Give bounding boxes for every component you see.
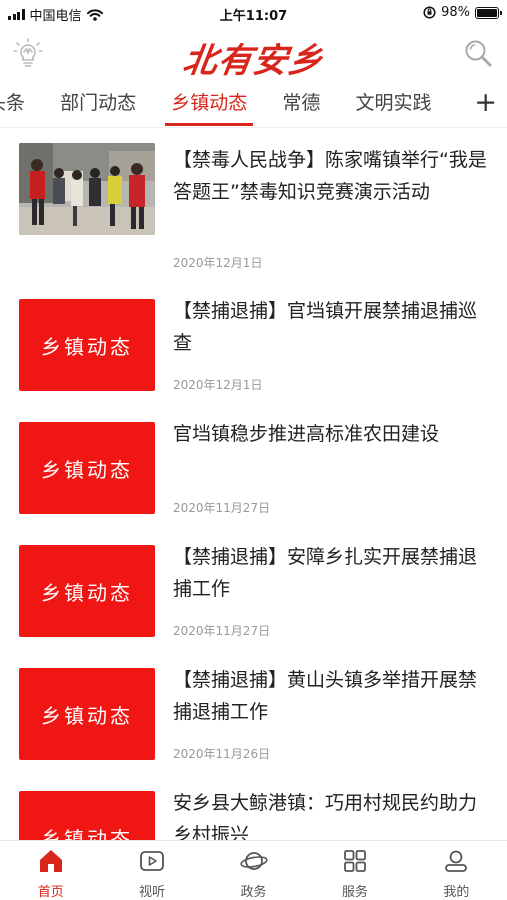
add-tab-button[interactable]: + bbox=[474, 88, 497, 118]
news-title[interactable]: 官垱镇稳步推进高标准农田建设 bbox=[173, 418, 493, 450]
news-thumbnail: 乡镇动态 bbox=[19, 422, 155, 514]
news-thumbnail: 乡镇动态 bbox=[19, 668, 155, 760]
app-header: 北有安乡 bbox=[0, 26, 507, 81]
category-tabs: 头条 部门动态 乡镇动态 常德 文明实践 + bbox=[0, 80, 507, 128]
thumbnail-label: 乡镇动态 bbox=[41, 457, 133, 482]
tabs-scroll[interactable]: 头条 部门动态 乡镇动态 常德 文明实践 bbox=[0, 80, 461, 128]
tab-township-news[interactable]: 乡镇动态 bbox=[165, 80, 254, 126]
list-item[interactable]: 【禁毒人民战争】陈家嘴镇举行“我是答题王”禁毒知识竞赛演示活动 2020年12月… bbox=[0, 128, 507, 270]
news-date: 2020年12月1日 bbox=[173, 256, 263, 270]
news-thumbnail: 乡镇动态 bbox=[19, 299, 155, 391]
list-item[interactable]: 乡镇动态 【禁捕退捕】官垱镇开展禁捕退捕巡查 2020年12月1日 bbox=[0, 293, 507, 416]
grid-icon bbox=[344, 850, 366, 872]
news-title[interactable]: 【禁捕退捕】官垱镇开展禁捕退捕巡查 bbox=[173, 295, 493, 359]
news-date: 2020年12月1日 bbox=[173, 378, 263, 392]
list-item[interactable]: 乡镇动态 【禁捕退捕】安障乡扎实开展禁捕退捕工作 2020年11月27日 bbox=[0, 539, 507, 662]
news-thumbnail-photo bbox=[19, 143, 155, 235]
list-item[interactable]: 乡镇动态 安乡县大鲸港镇：巧用村规民约助力乡村振兴 bbox=[0, 785, 507, 840]
user-icon bbox=[445, 850, 468, 872]
home-icon bbox=[39, 850, 62, 872]
list-item[interactable]: 乡镇动态 官垱镇稳步推进高标准农田建设 2020年11月27日 bbox=[0, 416, 507, 539]
nav-government[interactable]: 政务 bbox=[203, 841, 304, 900]
news-title[interactable]: 【禁捕退捕】安障乡扎实开展禁捕退捕工作 bbox=[173, 541, 493, 605]
tab-department-news[interactable]: 部门动态 bbox=[60, 80, 136, 126]
status-right: 98% bbox=[423, 5, 502, 20]
bottom-nav: 首页 视听 政务 服务 我的 bbox=[0, 840, 507, 900]
thumbnail-label: 乡镇动态 bbox=[41, 703, 133, 728]
planet-icon bbox=[239, 852, 268, 870]
nav-media-label: 视听 bbox=[139, 885, 166, 900]
battery-icon bbox=[475, 6, 502, 19]
battery-percent: 98% bbox=[441, 5, 470, 20]
news-thumbnail: 乡镇动态 bbox=[19, 791, 155, 840]
news-date: 2020年11月27日 bbox=[173, 624, 271, 638]
search-icon[interactable] bbox=[463, 38, 493, 68]
nav-services[interactable]: 服务 bbox=[304, 841, 405, 900]
thumbnail-label: 乡镇动态 bbox=[41, 334, 133, 359]
tab-changde[interactable]: 常德 bbox=[282, 80, 320, 126]
play-icon bbox=[140, 851, 165, 871]
news-title[interactable]: 安乡县大鲸港镇：巧用村规民约助力乡村振兴 bbox=[173, 787, 493, 840]
news-date: 2020年11月27日 bbox=[173, 501, 271, 515]
app-logo: 北有安乡 bbox=[180, 41, 326, 81]
news-title[interactable]: 【禁捕退捕】黄山头镇多举措开展禁捕退捕工作 bbox=[173, 664, 493, 728]
nav-government-label: 政务 bbox=[240, 885, 267, 900]
list-item[interactable]: 乡镇动态 【禁捕退捕】黄山头镇多举措开展禁捕退捕工作 2020年11月26日 bbox=[0, 662, 507, 785]
nav-profile[interactable]: 我的 bbox=[406, 841, 507, 900]
tab-headlines[interactable]: 头条 bbox=[0, 80, 25, 126]
nav-home[interactable]: 首页 bbox=[0, 841, 101, 900]
orientation-lock-icon bbox=[423, 6, 436, 19]
news-date: 2020年11月26日 bbox=[173, 747, 271, 761]
news-title[interactable]: 【禁毒人民战争】陈家嘴镇举行“我是答题王”禁毒知识竞赛演示活动 bbox=[173, 144, 493, 208]
nav-services-label: 服务 bbox=[341, 885, 368, 900]
thumbnail-label: 乡镇动态 bbox=[41, 826, 133, 841]
news-list[interactable]: 【禁毒人民战争】陈家嘴镇举行“我是答题王”禁毒知识竞赛演示活动 2020年12月… bbox=[0, 128, 507, 840]
tab-civilization-practice[interactable]: 文明实践 bbox=[355, 80, 431, 126]
thumbnail-label: 乡镇动态 bbox=[41, 580, 133, 605]
nav-home-label: 首页 bbox=[37, 885, 64, 900]
news-thumbnail: 乡镇动态 bbox=[19, 545, 155, 637]
nav-media[interactable]: 视听 bbox=[101, 841, 202, 900]
status-bar: 中国电信 上午11:07 98% bbox=[0, 0, 507, 26]
nav-profile-label: 我的 bbox=[443, 885, 470, 900]
